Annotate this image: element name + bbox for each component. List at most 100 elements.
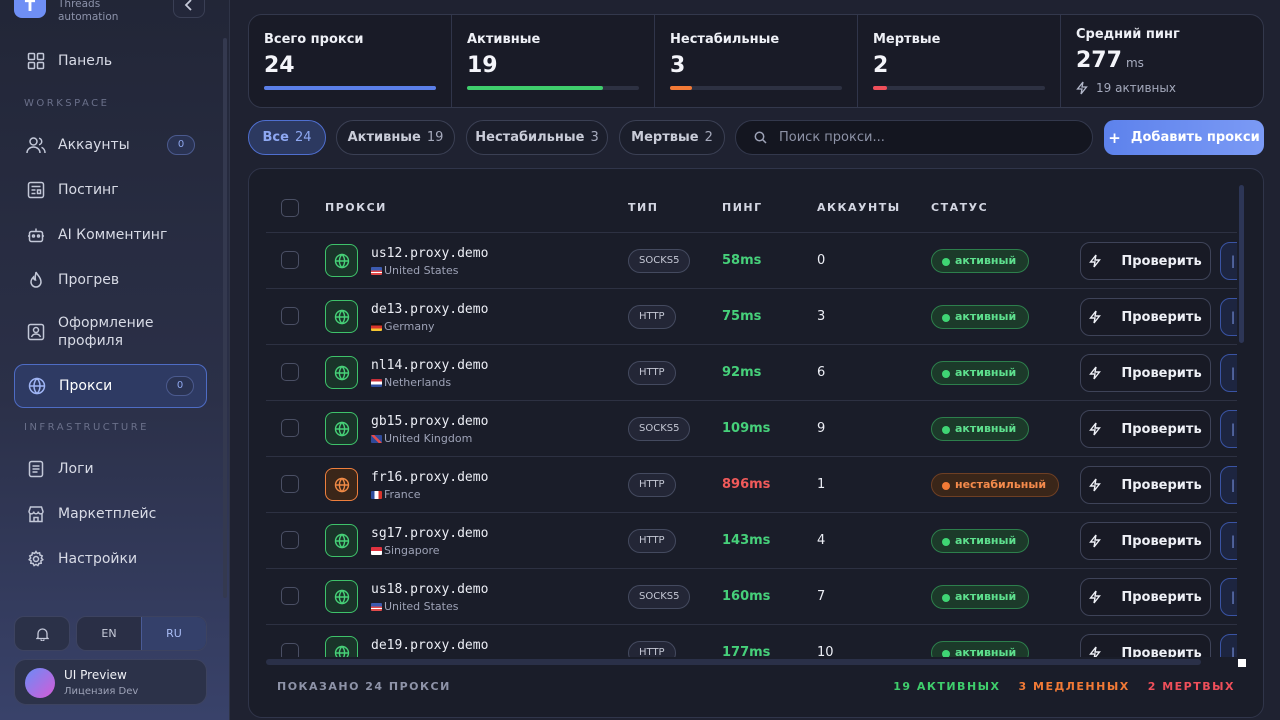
nav-item-panel[interactable]: Панель (14, 39, 207, 83)
delete-proxy-button[interactable]: | (1220, 354, 1237, 392)
search-input[interactable] (779, 130, 1069, 145)
filter-active-label: Активные (347, 130, 421, 145)
proxy-host: gb15.proxy.demo (371, 414, 489, 429)
globe-icon (325, 300, 358, 333)
proxy-country: Netherlands (371, 376, 451, 389)
proxy-ping: 177ms (722, 645, 771, 657)
status-badge: активный (931, 585, 1030, 609)
row-checkbox[interactable] (281, 251, 299, 269)
check-proxy-button[interactable]: Проверить (1080, 522, 1211, 560)
notifications-button[interactable] (14, 616, 70, 651)
proxy-host: fr16.proxy.demo (371, 470, 489, 485)
status-badge: нестабильный (931, 473, 1060, 497)
nav-label-accounts: Аккаунты (58, 137, 130, 153)
check-label: Проверить (1121, 589, 1202, 605)
table-row[interactable]: de13.proxy.demo Germany HTTP 75ms 3 активный П… (266, 288, 1237, 344)
proxy-type-badge: SOCKS5 (628, 417, 691, 441)
filter-all-count: 24 (294, 130, 312, 145)
proxy-accounts: 1 (817, 477, 826, 492)
row-checkbox[interactable] (281, 643, 299, 657)
nav-item-settings[interactable]: Настройки (14, 537, 207, 581)
proxy-accounts: 4 (817, 533, 826, 548)
vertical-scrollbar[interactable] (1239, 185, 1244, 343)
delete-proxy-button[interactable]: | (1220, 242, 1237, 280)
check-proxy-button[interactable]: Проверить (1080, 634, 1211, 657)
bolt-icon (1089, 366, 1111, 380)
filter-active[interactable]: Активные 19 (336, 120, 455, 155)
stat-unstable-fill (670, 86, 693, 90)
filter-all[interactable]: Все 24 (248, 120, 326, 155)
check-proxy-button[interactable]: Проверить (1080, 466, 1211, 504)
lang-ru-button[interactable]: RU (141, 617, 206, 650)
nav-item-logs[interactable]: Логи (14, 447, 207, 491)
nav-item-accounts[interactable]: Аккаунты 0 (14, 123, 207, 167)
filter-dead[interactable]: Мертвые 2 (619, 120, 725, 155)
proxy-country-name: Germany (384, 320, 435, 333)
flame-icon (26, 270, 46, 290)
proxy-country-name: United Kingdom (384, 432, 473, 445)
row-checkbox[interactable] (281, 307, 299, 325)
user-card[interactable]: UI Preview Лицензия Dev (14, 659, 207, 705)
section-label-workspace: WORKSPACE (24, 98, 110, 109)
delete-proxy-button[interactable]: | (1220, 466, 1237, 504)
check-proxy-button[interactable]: Проверить (1080, 354, 1211, 392)
stat-avg-ping-unit: ms (1125, 56, 1144, 70)
table-row[interactable]: de19.proxy.demo Germany HTTP 177ms 10 активны… (266, 624, 1237, 657)
flag-icon (371, 546, 382, 555)
table-row[interactable]: fr16.proxy.demo France HTTP 896ms 1 нестабиль… (266, 456, 1237, 512)
select-all-checkbox[interactable] (281, 199, 299, 217)
add-proxy-label: Добавить прокси (1130, 130, 1260, 145)
status-badge: активный (931, 361, 1030, 385)
delete-proxy-button[interactable]: | (1220, 298, 1237, 336)
proxy-accounts: 7 (817, 589, 826, 604)
proxy-ping: 160ms (722, 589, 771, 604)
check-proxy-button[interactable]: Проверить (1080, 242, 1211, 280)
proxy-type-badge: HTTP (628, 305, 676, 329)
globe-icon (325, 356, 358, 389)
row-checkbox[interactable] (281, 475, 299, 493)
lang-en-button[interactable]: EN (77, 617, 141, 650)
proxy-ping: 143ms (722, 533, 771, 548)
filter-unstable-count: 3 (590, 130, 599, 145)
collapse-sidebar-button[interactable] (173, 0, 205, 18)
users-icon (26, 135, 46, 155)
status-badge: активный (931, 417, 1030, 441)
table-row[interactable]: sg17.proxy.demo Singapore HTTP 143ms 4 активн… (266, 512, 1237, 568)
delete-proxy-button[interactable]: | (1220, 578, 1237, 616)
check-label: Проверить (1121, 533, 1202, 549)
nav-item-profile-design[interactable]: Оформление профиля (14, 310, 207, 354)
nav-item-ai-commenting[interactable]: AI Комментинг (14, 213, 207, 257)
add-proxy-button[interactable]: + Добавить прокси (1104, 120, 1264, 155)
nav-item-proxies[interactable]: Прокси 0 (14, 364, 207, 408)
bolt-icon (1089, 534, 1111, 548)
check-label: Проверить (1121, 365, 1202, 381)
check-proxy-button[interactable]: Проверить (1080, 578, 1211, 616)
delete-proxy-button[interactable]: | (1220, 410, 1237, 448)
nav-item-marketplace[interactable]: Маркетплейс (14, 492, 207, 536)
brand-name: Threads automation (58, 0, 119, 23)
check-proxy-button[interactable]: Проверить (1080, 298, 1211, 336)
nav-item-warmup[interactable]: Прогрев (14, 258, 207, 302)
horizontal-scrollbar[interactable] (266, 659, 1201, 665)
nav-item-posting[interactable]: Постинг (14, 168, 207, 212)
proxy-country: United States (371, 264, 459, 277)
proxy-ping: 92ms (722, 365, 762, 380)
bell-icon (35, 627, 49, 641)
delete-proxy-button[interactable]: | (1220, 634, 1237, 657)
filter-unstable[interactable]: Нестабильные 3 (466, 120, 608, 155)
delete-proxy-button[interactable]: | (1220, 522, 1237, 560)
table-row[interactable]: us12.proxy.demo United States SOCKS5 58ms 0 а… (266, 232, 1237, 288)
stat-dead-label: Мертвые (873, 32, 941, 47)
check-proxy-button[interactable]: Проверить (1080, 410, 1211, 448)
row-checkbox[interactable] (281, 419, 299, 437)
row-checkbox[interactable] (281, 587, 299, 605)
stat-avg-ping-label: Средний пинг (1076, 27, 1180, 42)
sidebar-scrollbar[interactable] (223, 38, 227, 598)
row-checkbox[interactable] (281, 531, 299, 549)
proxy-accounts: 3 (817, 309, 826, 324)
table-row[interactable]: us18.proxy.demo United States SOCKS5 160ms 7… (266, 568, 1237, 624)
table-row[interactable]: gb15.proxy.demo United Kingdom SOCKS5 109ms… (266, 400, 1237, 456)
row-checkbox[interactable] (281, 363, 299, 381)
trash-icon: | (1231, 590, 1236, 604)
table-row[interactable]: nl14.proxy.demo Netherlands HTTP 92ms 6 актив… (266, 344, 1237, 400)
